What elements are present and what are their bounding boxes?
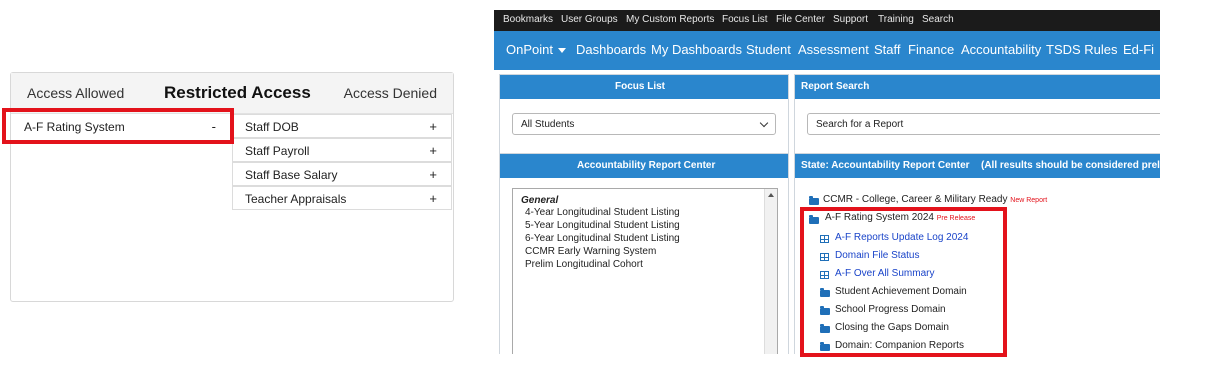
nav-ed-fi[interactable]: Ed-Fi: [1123, 42, 1154, 57]
nav-accountability[interactable]: Accountability: [961, 42, 1041, 57]
top-link-user-groups[interactable]: User Groups: [561, 14, 618, 25]
highlight-box-af-rating: [800, 207, 1007, 357]
nav-assessment[interactable]: Assessment: [798, 42, 869, 57]
focus-list-card: Focus List All Students: [499, 74, 789, 156]
scroll-up-arrow-icon[interactable]: [768, 193, 774, 197]
report-search-input[interactable]: Search for a Report: [807, 113, 1160, 135]
arc-title: Accountability Report Center: [577, 160, 716, 171]
denied-item-staff-payroll[interactable]: Staff Payroll +: [232, 138, 452, 162]
arc-list-item[interactable]: Prelim Longitudinal Cohort: [525, 259, 643, 270]
chevron-down-icon: [557, 48, 566, 54]
report-search-placeholder: Search for a Report: [816, 119, 904, 130]
denied-item-label: Staff Base Salary: [245, 168, 338, 182]
nav-student[interactable]: Student: [746, 42, 791, 57]
arc-list-item[interactable]: 4-Year Longitudinal Student Listing: [525, 207, 680, 218]
top-link-training[interactable]: Training: [878, 14, 914, 25]
chevron-down-icon: [759, 118, 769, 128]
arc-group-label: General: [521, 195, 559, 206]
new-report-tag: New Report: [1010, 197, 1048, 204]
arc-list-item[interactable]: 6-Year Longitudinal Student Listing: [525, 233, 680, 244]
add-toggle[interactable]: +: [429, 143, 437, 158]
report-search-title: Report Search: [801, 81, 870, 92]
denied-item-teacher-appraisals[interactable]: Teacher Appraisals +: [232, 186, 452, 210]
focus-list-select[interactable]: All Students: [512, 113, 776, 135]
focus-list-title: Focus List: [615, 81, 666, 92]
top-link-file-center[interactable]: File Center: [776, 14, 825, 25]
access-allowed-heading: Access Allowed: [27, 85, 125, 101]
report-search-header: Report Search: [795, 75, 1160, 99]
denied-item-staff-base-salary[interactable]: Staff Base Salary +: [232, 162, 452, 186]
highlight-box-restricted: [2, 108, 234, 144]
state-arc-note: (All results should be considered prelim: [981, 160, 1160, 171]
restricted-access-heading: Restricted Access: [164, 83, 311, 102]
add-toggle[interactable]: +: [429, 119, 437, 134]
denied-item-staff-dob[interactable]: Staff DOB +: [232, 114, 452, 138]
top-link-search[interactable]: Search: [922, 14, 954, 25]
state-arc-title: State: Accountability Report Center: [801, 160, 970, 171]
top-link-my-custom-reports[interactable]: My Custom Reports: [626, 14, 714, 25]
focus-list-value: All Students: [521, 119, 575, 130]
top-link-bookmarks[interactable]: Bookmarks: [503, 14, 553, 25]
main-nav: OnPoint Dashboards My Dashboards Student…: [494, 31, 1160, 70]
nav-onpoint[interactable]: OnPoint: [506, 42, 566, 57]
top-link-focus-list[interactable]: Focus List: [722, 14, 768, 25]
add-toggle[interactable]: +: [429, 191, 437, 206]
add-toggle[interactable]: +: [429, 167, 437, 182]
tree-item-ccmr[interactable]: CCMR - College, Career & Military Ready …: [823, 194, 1047, 205]
nav-my-dashboards[interactable]: My Dashboards: [651, 42, 742, 57]
focus-list-header: Focus List: [500, 75, 788, 99]
arc-card: Accountability Report Center General 4-Y…: [499, 153, 789, 354]
denied-item-label: Staff DOB: [245, 120, 299, 134]
nav-dashboards[interactable]: Dashboards: [576, 42, 646, 57]
top-links-bar: Bookmarks User Groups My Custom Reports …: [494, 10, 1160, 31]
state-arc-header: State: Accountability Report Center (All…: [795, 154, 1160, 178]
folder-icon: [809, 196, 819, 205]
ccmr-label: CCMR - College, Career & Military Ready: [823, 194, 1008, 205]
nav-tsds-rules[interactable]: TSDS Rules: [1046, 42, 1118, 57]
listbox-scrollbar[interactable]: [764, 189, 777, 354]
top-link-support[interactable]: Support: [833, 14, 868, 25]
access-denied-heading: Access Denied: [343, 85, 437, 101]
arc-listbox[interactable]: General 4-Year Longitudinal Student List…: [512, 188, 778, 354]
arc-list-item[interactable]: CCMR Early Warning System: [525, 246, 656, 257]
arc-list-item[interactable]: 5-Year Longitudinal Student Listing: [525, 220, 680, 231]
nav-onpoint-label: OnPoint: [506, 42, 553, 57]
nav-staff[interactable]: Staff: [874, 42, 901, 57]
arc-header: Accountability Report Center: [500, 154, 788, 178]
denied-item-label: Teacher Appraisals: [245, 192, 347, 206]
denied-item-label: Staff Payroll: [245, 144, 310, 158]
nav-finance[interactable]: Finance: [908, 42, 954, 57]
report-search-card: Report Search Search for a Report: [794, 74, 1160, 156]
